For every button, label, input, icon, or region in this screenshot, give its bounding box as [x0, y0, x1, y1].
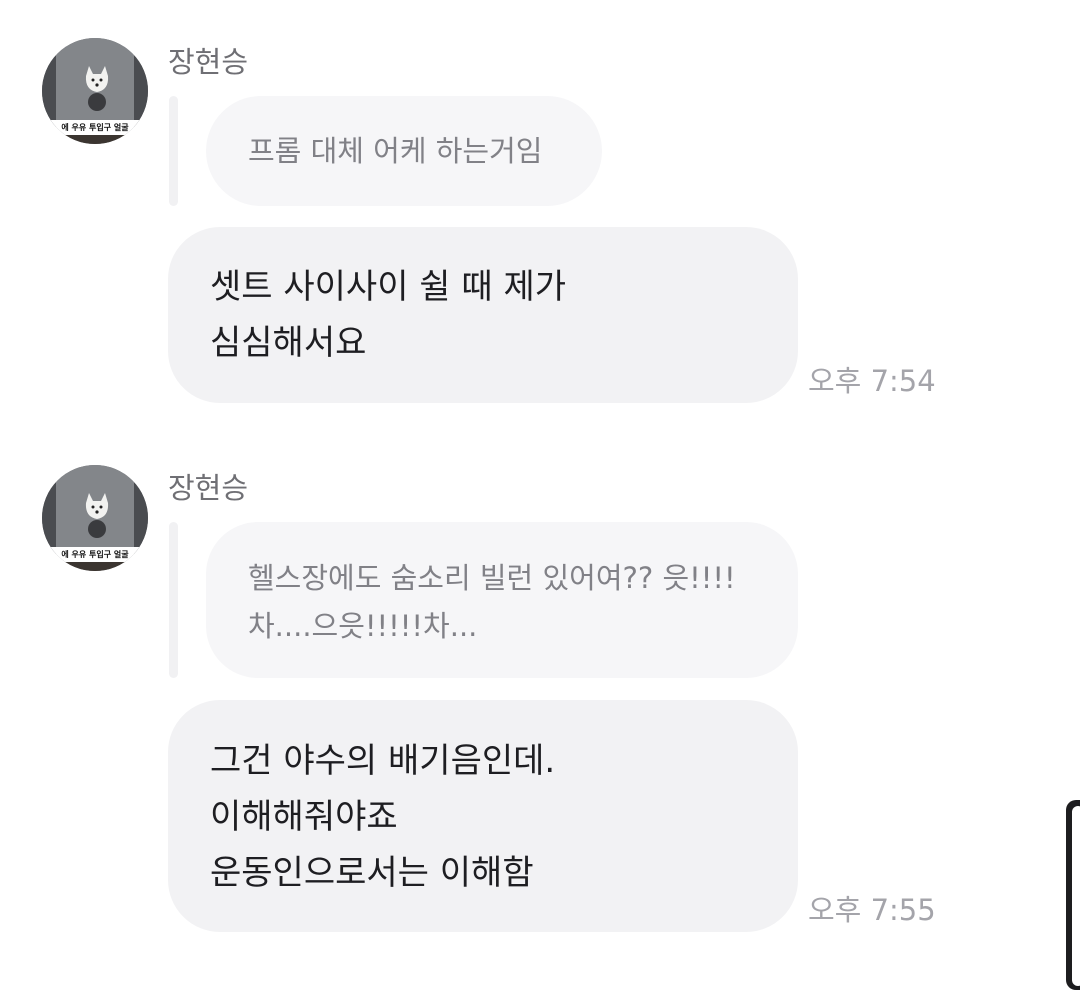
sender-avatar[interactable]: 에 우유 투입구 얼굴 — [42, 465, 148, 571]
sender-avatar[interactable]: 에 우유 투입구 얼굴 — [42, 38, 148, 144]
message-timestamp: 오후 7:55 — [808, 893, 936, 927]
message-line: 그건 야수의 배기음인데. — [210, 741, 556, 781]
quoted-message-bubble[interactable]: 헬스장에도 숨소리 빌런 있어여?? 읏!!!! 차....으읏!!!!!차..… — [206, 522, 798, 678]
quoted-message-text: 헬스장에도 숨소리 빌런 있어여?? 읏!!!! — [248, 561, 736, 595]
message-bubble[interactable]: 셋트 사이사이 쉴 때 제가 심심해서요 — [168, 227, 798, 403]
quote-bar — [169, 96, 178, 206]
scroll-handle[interactable] — [1066, 800, 1080, 990]
sender-name: 장현승 — [168, 45, 249, 79]
message-line: 운동인으로서는 이해함 — [210, 853, 534, 893]
quoted-message-text: 차....으읏!!!!!차... — [248, 609, 478, 643]
sender-name: 장현승 — [168, 471, 249, 505]
message-line: 셋트 사이사이 쉴 때 제가 — [210, 267, 567, 307]
quoted-message-text: 프롬 대체 어케 하는거임 — [248, 134, 543, 168]
message-line: 심심해서요 — [210, 323, 367, 363]
message-line: 이해해줘야죠 — [210, 797, 398, 837]
avatar-caption: 에 우유 투입구 얼굴 — [61, 550, 129, 559]
message-bubble[interactable]: 그건 야수의 배기음인데. 이해해줘야죠 운동인으로서는 이해함 — [168, 700, 798, 932]
avatar-caption: 에 우유 투입구 얼굴 — [61, 123, 129, 132]
quoted-message-bubble[interactable]: 프롬 대체 어케 하는거임 — [206, 96, 602, 206]
quote-bar — [169, 522, 178, 678]
message-timestamp: 오후 7:54 — [808, 364, 936, 398]
